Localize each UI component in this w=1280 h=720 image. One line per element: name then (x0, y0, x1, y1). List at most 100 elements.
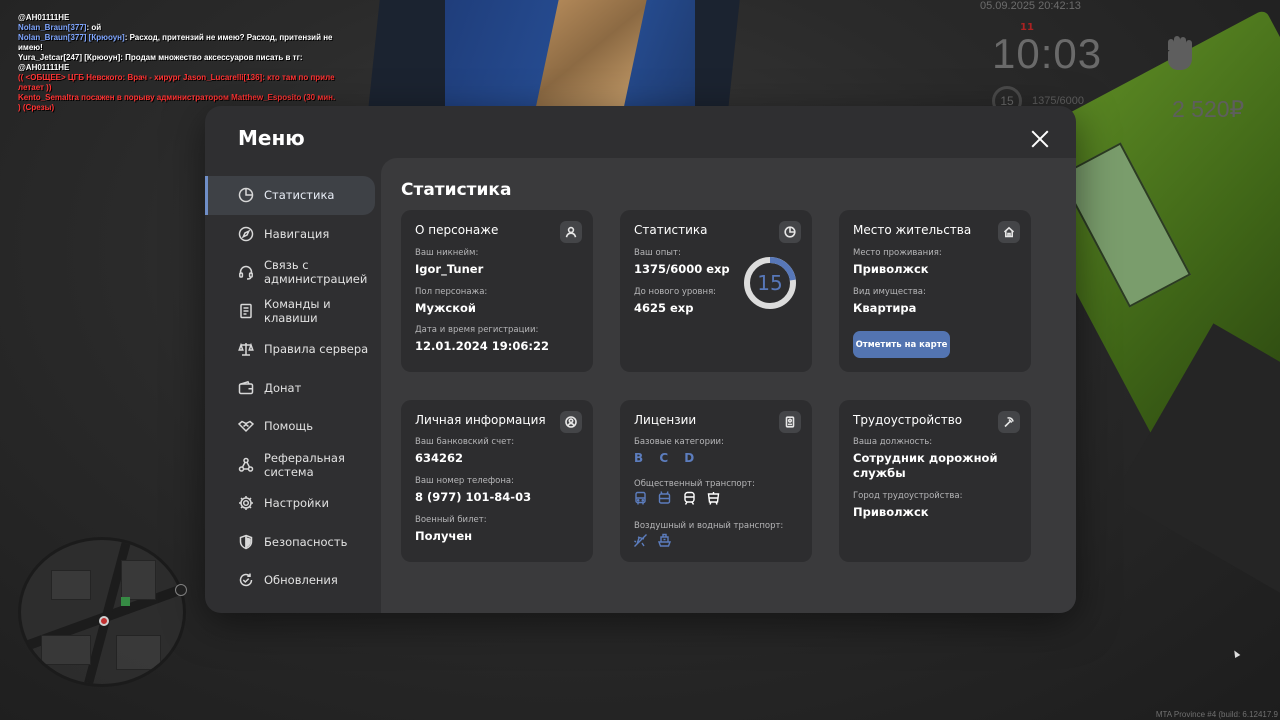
user-icon (560, 221, 582, 243)
chat-text: Nolan_Braun[377] (18, 23, 87, 32)
menu-title: Меню (238, 126, 305, 150)
handshake-icon (237, 418, 255, 434)
property-value: Квартира (853, 301, 917, 315)
chat-text: @AH01111HE (18, 13, 70, 22)
sidebar-item-label: Правила сервера (264, 342, 369, 357)
card-title: Лицензии (634, 413, 697, 427)
compass-icon (238, 226, 254, 242)
phone-value: 8 (977) 101-84-03 (415, 490, 532, 504)
sidebar-item-label: Донат (264, 380, 302, 395)
sidebar-item-label: Безопасность (264, 534, 348, 549)
sidebar-item-label: Реферальная система (264, 450, 345, 479)
home-icon (998, 221, 1020, 243)
refresh-check-icon (238, 572, 254, 588)
bank-value: 634262 (415, 451, 464, 465)
phone-label: Ваш номер телефона: (415, 476, 514, 486)
menu-window: Меню Статистика Навигация Связь с админист… (205, 106, 1076, 613)
gender-value: Мужской (415, 301, 476, 315)
card-personal: Личная информация Ваш банковский счет: 6… (401, 400, 593, 562)
sidebar-item-label: Связь с администрацией (264, 258, 368, 287)
sidebar-item-handshake[interactable]: Помощь (205, 407, 381, 446)
sidebar-item-gear[interactable]: Настройки (205, 484, 381, 523)
sidebar-item-scales[interactable]: Правила сервера (205, 330, 381, 369)
registration-label: Дата и время регистрации: (415, 325, 539, 335)
card-job: Трудоустройство Ваша должность: Сотрудни… (839, 400, 1031, 562)
chat-log: @AH01111HE Nolan_Braun[377]: ой Nolan_Brau… (18, 13, 338, 113)
next-level-label: До нового уровня: (634, 287, 717, 297)
sidebar-item-document[interactable]: Команды и клавиши (205, 292, 381, 331)
sidebar-item-network[interactable]: Реферальная система (205, 446, 381, 485)
property-label: Вид имущества: (853, 287, 926, 297)
position-value: Сотрудник дорожной службы (853, 451, 998, 480)
user-circle-icon (560, 411, 582, 433)
plane-icon (633, 533, 648, 548)
close-icon[interactable] (1031, 130, 1049, 148)
boat-icon (657, 533, 672, 548)
sidebar-item-refresh-check[interactable]: Обновления (205, 561, 381, 600)
sidebar-item-label: Обновления (264, 573, 338, 588)
hud-time: 10:03 (992, 30, 1103, 77)
sidebar-item-label: Навигация (264, 226, 330, 241)
pie-chart-icon (779, 221, 801, 243)
compass-north-icon (175, 584, 187, 596)
menu-content: Статистика О персонаже Ваш никнейм: Igor… (381, 158, 1076, 613)
scales-icon (238, 341, 254, 357)
sidebar-item-wallet[interactable]: Донат (205, 369, 381, 408)
card-title: Личная информация (415, 413, 546, 427)
chat-text: Yura_Jetcar[247] [Крюоун]: Продам множес… (18, 53, 303, 72)
gear-icon (238, 495, 254, 511)
bus-icon (633, 491, 648, 506)
sidebar-item-label: Помощь (264, 419, 314, 434)
nickname-label: Ваш никнейм: (415, 248, 479, 258)
card-title: О персонаже (415, 223, 499, 237)
sidebar-item-label: Команды и клавиши (264, 296, 331, 325)
id-badge-icon (779, 411, 801, 433)
card-title: Статистика (634, 223, 708, 237)
chat-text: Nolan_Braun[377] [Крюоун] (18, 33, 125, 42)
nickname-value: Igor_Tuner (415, 262, 484, 276)
chat-line: @AH01111HE (18, 13, 338, 23)
position-label: Ваша должность: (853, 437, 933, 447)
sidebar-item-label: Настройки (264, 496, 329, 511)
sidebar-item-headset[interactable]: Связь с администрацией (205, 253, 381, 292)
fist-icon (1160, 32, 1200, 76)
residence-value: Приволжск (853, 262, 929, 276)
chat-text: (( <ОБЩЕЕ> ЦГБ Невского: Врач - хирург J… (18, 73, 335, 92)
bank-label: Ваш банковский счет: (415, 437, 515, 447)
card-character: О персонаже Ваш никнейм: Igor_Tuner Пол … (401, 210, 593, 372)
job-city-value: Приволжск (853, 505, 929, 519)
chat-line: Nolan_Braun[377]: ой (18, 23, 338, 33)
sidebar-item-shield[interactable]: Безопасность (205, 523, 381, 562)
level-progress-ring: 15 (744, 257, 796, 309)
gender-label: Пол персонажа: (415, 287, 488, 297)
trolleybus-icon (657, 491, 672, 506)
next-level-value: 4625 exp (634, 301, 694, 315)
base-categories-label: Базовые категории: (634, 437, 724, 447)
map-marker-icon (121, 597, 130, 606)
tram-icon (706, 491, 721, 506)
sidebar-item-compass[interactable]: Навигация (205, 215, 381, 254)
card-title: Место жительства (853, 223, 972, 237)
military-label: Военный билет: (415, 515, 487, 525)
minimap (18, 537, 186, 687)
headset-icon (238, 264, 254, 280)
exp-label: Ваш опыт: (634, 248, 681, 258)
chat-text: : ой (86, 23, 102, 32)
sidebar-item-label: Статистика (264, 188, 335, 203)
menu-sidebar: Статистика Навигация Связь с администрацие… (205, 176, 381, 600)
job-city-label: Город трудоустройства: (853, 491, 963, 501)
card-licenses: Лицензии Базовые категории: B C D Общест… (620, 400, 812, 562)
hud-datetime: 05.09.2025 20:42:13 (980, 0, 1081, 12)
chat-line: Nolan_Braun[377] [Крюоун]: Расход, прите… (18, 33, 338, 53)
train-icon (682, 491, 697, 506)
sidebar-item-pie-chart[interactable]: Статистика (205, 176, 375, 215)
wallet-icon (238, 380, 254, 396)
pie-chart-icon (238, 187, 254, 203)
mark-on-map-button[interactable]: Отметить на карте (853, 331, 950, 358)
build-watermark: MTA Province #4 (build: 6.12417.9 (1155, 710, 1278, 719)
network-icon (238, 457, 254, 473)
military-value: Получен (415, 529, 473, 543)
card-stats: Статистика Ваш опыт: 1375/6000 exp До но… (620, 210, 812, 372)
air-water-transport-label: Воздушный и водный транспорт: (634, 521, 784, 531)
document-icon (238, 303, 254, 319)
